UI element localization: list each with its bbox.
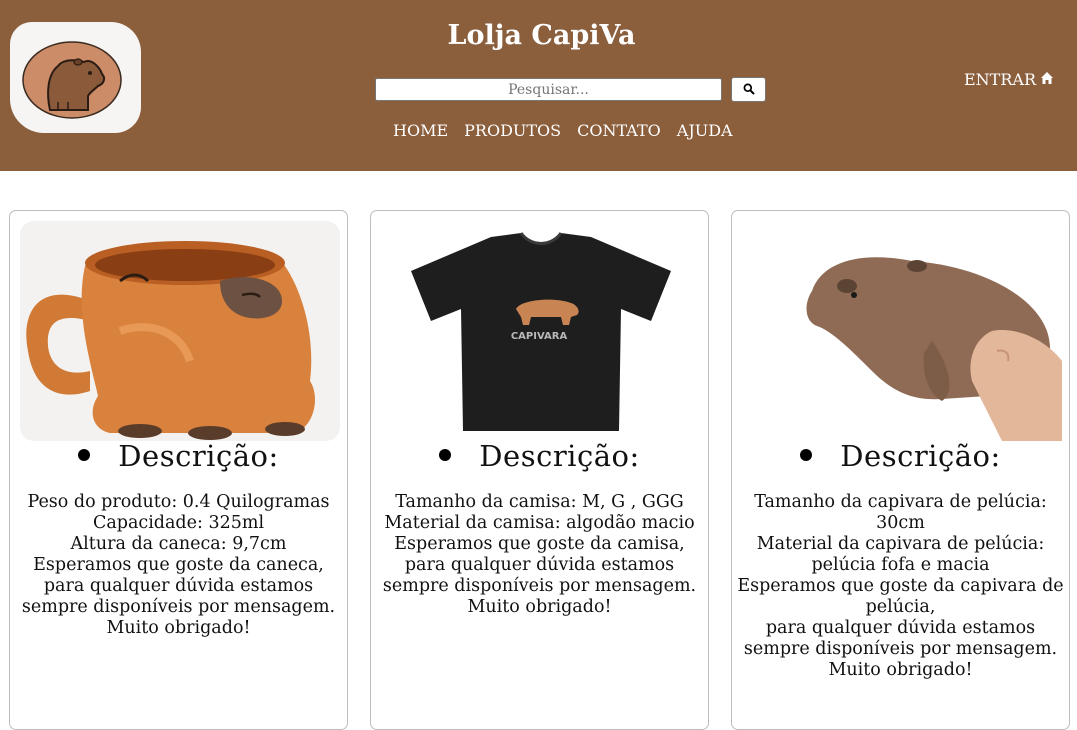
- description-heading-label: Descrição:: [118, 439, 279, 473]
- main-nav: HOME PRODUTOS CONTATO AJUDA: [393, 121, 733, 140]
- description-line: Capacidade: 325ml: [92, 513, 265, 533]
- description-line: para qualquer dúvida estamos sempre disp…: [743, 618, 1058, 680]
- description-line: para qualquer dúvida estamos sempre disp…: [382, 555, 697, 617]
- site-title: Lolja CapiVa: [447, 20, 636, 51]
- description-line: Altura da caneca: 9,7cm: [70, 534, 287, 554]
- description-line: Material da capivara de pelúcia: pelúcia…: [756, 534, 1045, 575]
- bullet-icon: [439, 449, 452, 461]
- description-heading-label: Descrição:: [840, 439, 1001, 473]
- description-heading: Descrição:: [10, 439, 347, 473]
- description-line: para qualquer dúvida estamos sempre disp…: [21, 576, 336, 638]
- search-icon: [743, 83, 755, 95]
- description-heading: Descrição:: [732, 439, 1069, 473]
- description-line: Tamanho da capivara de pelúcia: 30cm: [754, 492, 1047, 533]
- description-line: Esperamos que goste da caneca,: [33, 555, 324, 575]
- nav-produtos-link[interactable]: PRODUTOS: [464, 121, 561, 140]
- description-body: Peso do produto: 0.4 Quilogramas Capacid…: [16, 492, 341, 639]
- nav-contato-link[interactable]: CONTATO: [577, 121, 661, 140]
- description-line: Material da camisa: algodão macio: [384, 513, 695, 533]
- shirt-print-text: CAPIVARA: [511, 331, 568, 342]
- capybara-plush-image: [742, 221, 1062, 441]
- description-heading-label: Descrição:: [479, 439, 640, 473]
- capybara-logo-icon: [22, 41, 122, 119]
- description-heading: Descrição:: [371, 439, 708, 473]
- product-card-plush[interactable]: Descrição: Tamanho da capivara de pelúci…: [731, 210, 1070, 730]
- nav-home-link[interactable]: HOME: [393, 121, 448, 140]
- search-button[interactable]: [731, 77, 766, 102]
- description-line: Esperamos que goste da capivara de pelúc…: [737, 576, 1064, 617]
- product-card-mug[interactable]: Descrição: Peso do produto: 0.4 Quilogra…: [9, 210, 348, 730]
- description-line: Peso do produto: 0.4 Quilogramas: [27, 492, 330, 512]
- capybara-tshirt-image: CAPIVARA: [381, 221, 701, 441]
- description-line: Esperamos que goste da camisa,: [394, 534, 685, 554]
- login-label: ENTRAR: [964, 70, 1036, 89]
- login-link[interactable]: ENTRAR: [964, 70, 1054, 89]
- search-input[interactable]: [375, 78, 722, 101]
- product-card-tshirt[interactable]: CAPIVARA Descrição: Tamanho da camisa: M…: [370, 210, 709, 730]
- site-header: Lolja CapiVa HOME PRODUTOS CONTATO AJUDA…: [0, 0, 1077, 171]
- bullet-icon: [78, 449, 91, 461]
- home-icon: [1041, 71, 1053, 84]
- nav-ajuda-link[interactable]: AJUDA: [677, 121, 733, 140]
- capybara-mug-image: [20, 221, 340, 441]
- description-body: Tamanho da capivara de pelúcia: 30cm Mat…: [732, 492, 1069, 681]
- bullet-icon: [800, 449, 813, 461]
- description-line: Tamanho da camisa: M, G , GGG: [395, 492, 684, 512]
- description-body: Tamanho da camisa: M, G , GGG Material d…: [377, 492, 702, 618]
